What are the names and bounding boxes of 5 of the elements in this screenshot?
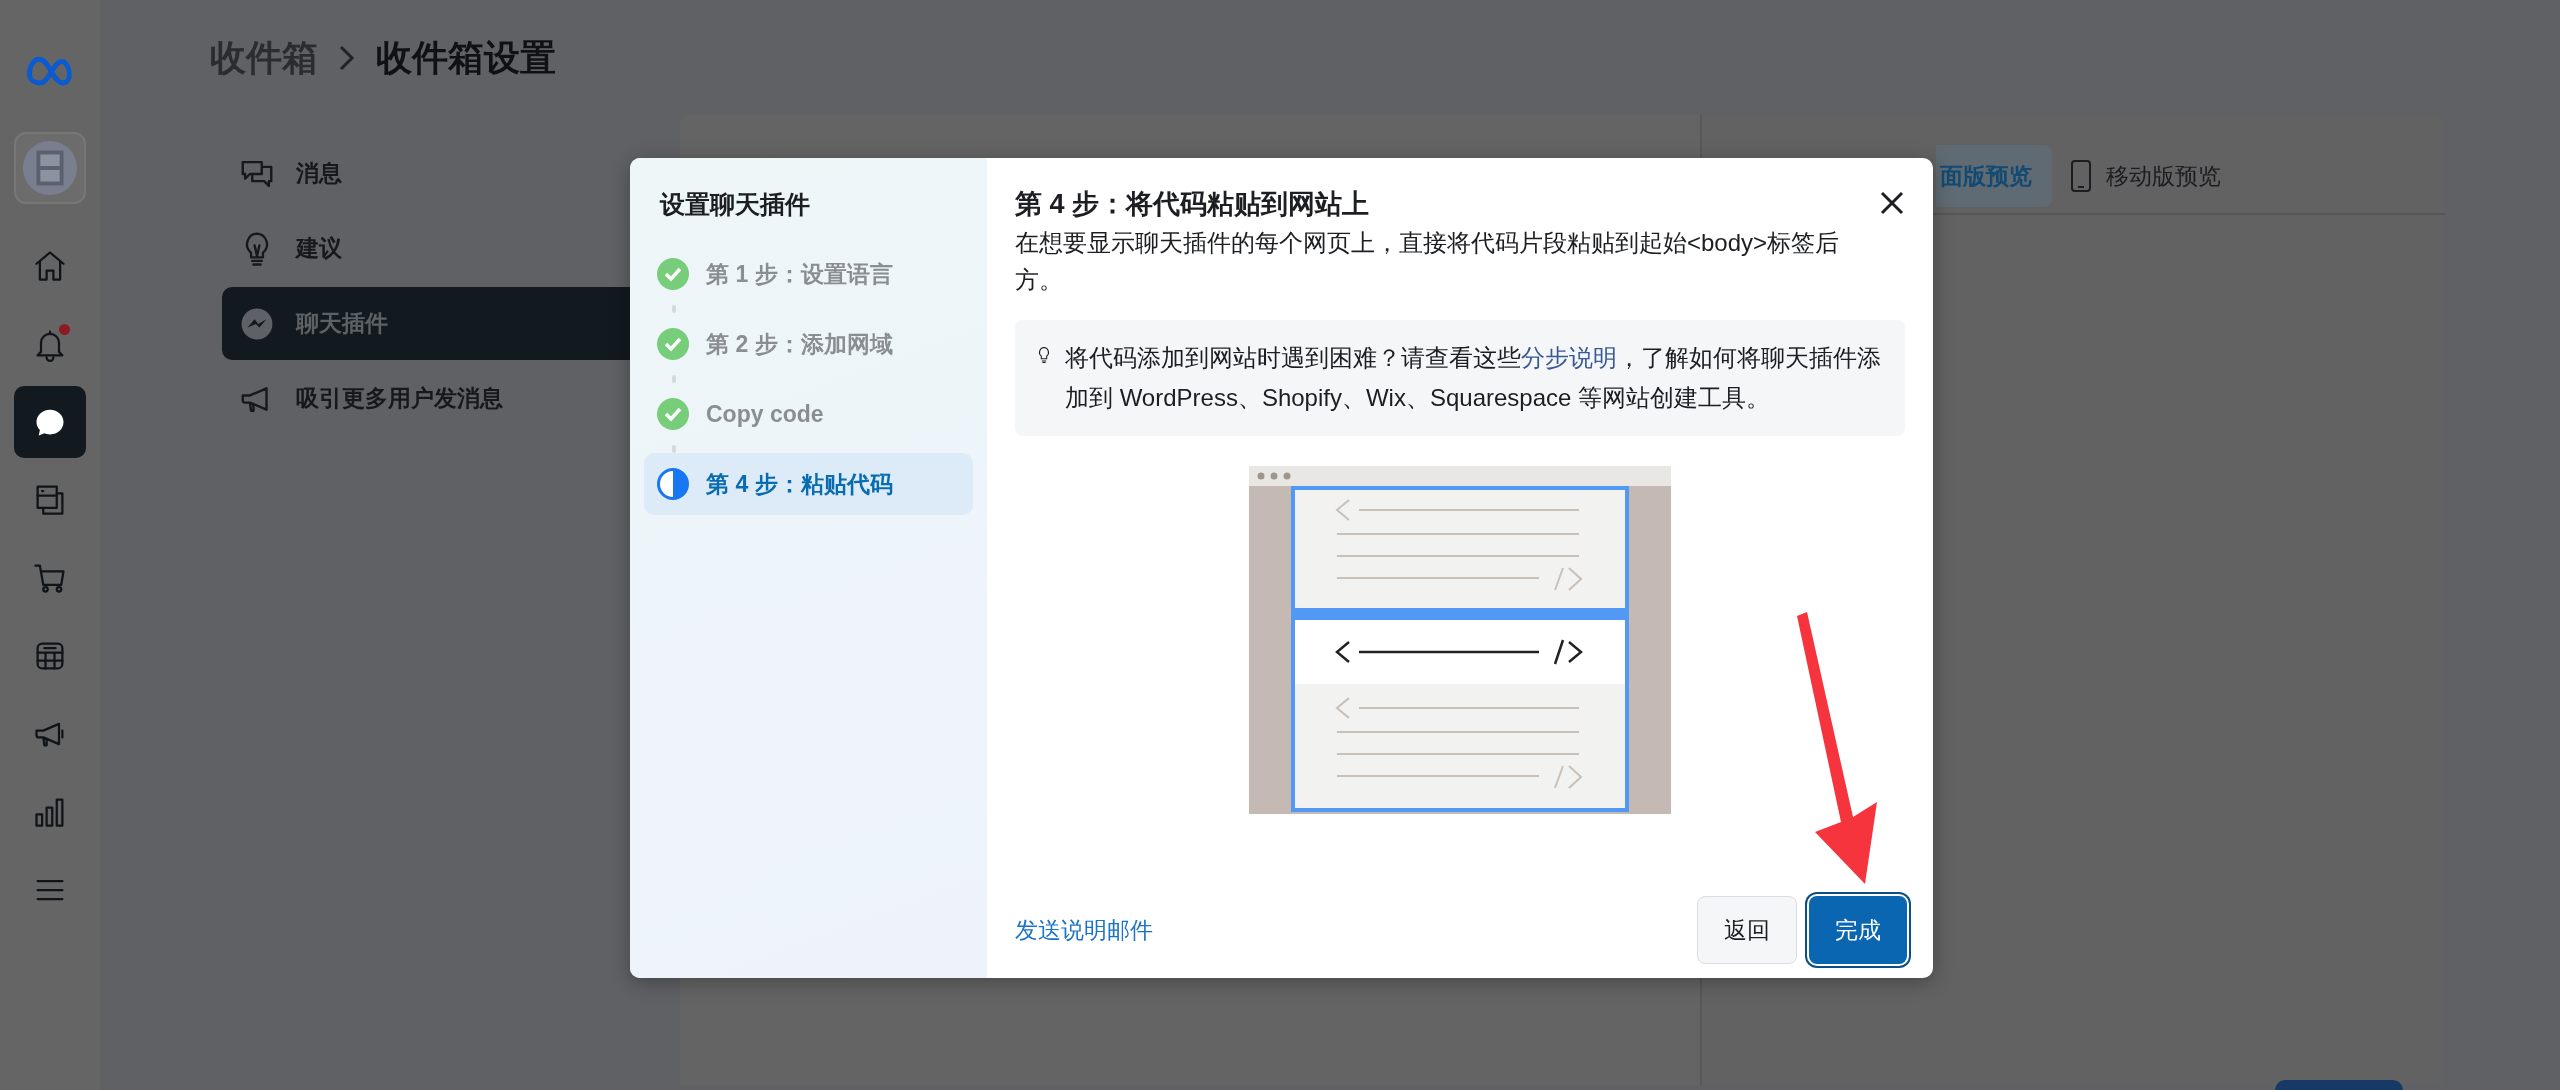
step-description: 在想要显示聊天插件的每个网页上，直接将代码片段粘贴到起始<body>标签后方。 (1015, 228, 1841, 295)
dialog-title: 设置聊天插件 (660, 189, 811, 220)
page-title: 收件箱设置 (376, 35, 556, 80)
tip-text: 将代码添加到网站时遇到困难？请查看这些分步说明，了解如何将聊天插件添加到 WordPress、Shopify、Wix、Squarespace 等网站创建工具。 (1065, 343, 1882, 413)
step-heading: 第 4 步：将代码粘贴到网站上 (1015, 188, 1370, 221)
